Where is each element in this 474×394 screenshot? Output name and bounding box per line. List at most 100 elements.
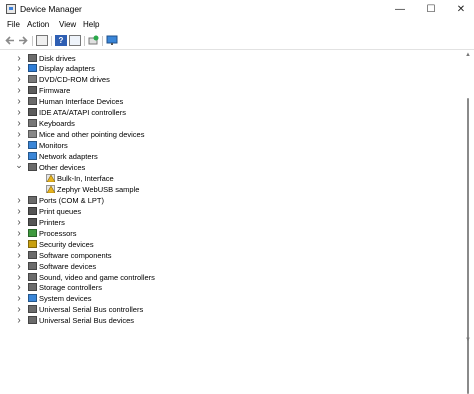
close-button[interactable]: ✕ [446, 0, 474, 19]
chevron-right-icon[interactable]: › [15, 119, 23, 129]
chevron-right-icon[interactable]: › [15, 228, 23, 238]
title-bar: Device Manager — ☐ ✕ [0, 0, 474, 19]
back-arrow-icon[interactable] [4, 35, 16, 46]
chevron-right-icon[interactable]: › [15, 53, 23, 63]
chevron-right-icon[interactable]: › [15, 272, 23, 282]
display-adapter-icon [28, 64, 37, 73]
properties-icon[interactable] [36, 35, 48, 46]
chevron-right-icon[interactable]: › [15, 75, 23, 85]
tree-node-software-components[interactable]: › Software components [0, 250, 200, 261]
warning-device-icon [46, 184, 55, 193]
tree-node-system-devices[interactable]: › System devices [0, 293, 200, 304]
tree-node-storage-controllers[interactable]: › Storage controllers [0, 282, 200, 293]
tree-node-display-adapters[interactable]: › Display adapters [0, 63, 200, 74]
tree-node-network-adapters[interactable]: › Network adapters [0, 151, 200, 162]
unknown-device-icon [28, 163, 37, 171]
chevron-right-icon[interactable]: › [15, 250, 23, 260]
tree-node-print-queues[interactable]: › Print queues [0, 206, 200, 217]
firmware-icon [28, 86, 37, 95]
chevron-down-icon[interactable]: ⌄ [15, 161, 23, 172]
chevron-right-icon[interactable]: › [15, 316, 23, 326]
chevron-right-icon[interactable]: › [15, 239, 23, 249]
tree-node-universal-serial-bus-devices[interactable]: › Universal Serial Bus devices [0, 315, 200, 326]
tree-node-keyboards[interactable]: › Keyboards [0, 118, 200, 129]
tree-node-label: Network adapters [39, 152, 98, 162]
tree-node-label: Software components [39, 250, 112, 260]
usb-icon [28, 316, 37, 325]
scroll-thumb[interactable] [467, 98, 469, 394]
window-title: Device Manager [20, 4, 82, 14]
printer-icon [28, 217, 37, 226]
tree-node-label: Print queues [39, 206, 82, 216]
chevron-right-icon[interactable]: › [15, 86, 23, 96]
tree-node-human-interface-devices[interactable]: › Human Interface Devices [0, 96, 200, 107]
tree-node-ports-com-lpt[interactable]: › Ports (COM & LPT) [0, 195, 200, 206]
chevron-right-icon[interactable]: › [15, 108, 23, 118]
chevron-right-icon[interactable]: › [15, 206, 23, 216]
tree-node-software-devices[interactable]: › Software devices [0, 261, 200, 272]
tree-node-label: Software devices [39, 261, 97, 271]
menu-file[interactable]: File [7, 20, 20, 29]
sound-icon [28, 272, 37, 281]
show-hidden-icon[interactable] [69, 35, 81, 46]
chevron-right-icon[interactable]: › [15, 283, 23, 293]
chevron-right-icon[interactable]: › [15, 130, 23, 140]
tree-node-label: Zephyr WebUSB sample [57, 184, 140, 194]
ide-controller-icon [28, 108, 37, 117]
menu-view[interactable]: View [59, 20, 76, 29]
tree-node-label: Processors [39, 228, 77, 238]
port-icon [28, 195, 37, 204]
vertical-scrollbar[interactable]: ▲ ▼ [462, 50, 474, 394]
tree-node-label: Universal Serial Bus devices [39, 316, 135, 326]
software-device-icon [28, 261, 37, 270]
tree-node-security-devices[interactable]: › Security devices [0, 239, 200, 250]
tree-node-firmware[interactable]: › Firmware [0, 85, 200, 96]
tree-node-disk-drives[interactable]: › Disk drives [0, 53, 200, 64]
tree-node-zephyr-webusb-sample[interactable]: Zephyr WebUSB sample [0, 184, 200, 195]
chevron-right-icon[interactable]: › [15, 141, 23, 151]
tree-node-label: Bulk-In, Interface [57, 173, 114, 183]
forward-arrow-icon[interactable] [17, 35, 29, 46]
menu-action[interactable]: Action [27, 20, 49, 29]
tree-node-ide-ata-atapi-controllers[interactable]: › IDE ATA/ATAPI controllers [0, 107, 200, 118]
chevron-right-icon[interactable]: › [15, 261, 23, 271]
keyboard-icon [28, 119, 37, 128]
software-component-icon [28, 250, 37, 259]
chevron-right-icon[interactable]: › [15, 97, 23, 107]
tree-node-label: Sound, video and game controllers [39, 272, 155, 282]
tree-node-processors[interactable]: › Processors [0, 228, 200, 239]
tree-node-sound-video-and-game-controllers[interactable]: › Sound, video and game controllers [0, 272, 200, 283]
menu-bar: File Action View Help [0, 19, 474, 32]
dvd-icon [28, 75, 37, 84]
network-icon [28, 152, 37, 161]
tree-node-other-devices[interactable]: ⌄ Other devices [0, 161, 200, 173]
help-icon[interactable]: ? [55, 35, 67, 46]
tree-node-bulk-in-interface[interactable]: Bulk-In, Interface [0, 173, 200, 184]
menu-help[interactable]: Help [83, 20, 99, 29]
chevron-right-icon[interactable]: › [15, 305, 23, 315]
tree-node-dvd-cd-rom-drives[interactable]: › DVD/CD-ROM drives [0, 74, 200, 85]
chevron-right-icon[interactable]: › [15, 64, 23, 74]
tree-node-mice-and-other-pointing-devices[interactable]: › Mice and other pointing devices [0, 129, 200, 140]
device-tree: › Disk drives › Display adapters › DVD/CD-ROM… [0, 50, 462, 347]
scroll-down-icon[interactable]: ▼ [465, 337, 471, 343]
tree-node-monitors[interactable]: › Monitors [0, 140, 200, 151]
scroll-up-icon[interactable]: ▲ [465, 52, 471, 58]
scan-hardware-icon[interactable] [88, 35, 100, 46]
monitor-icon[interactable] [106, 35, 118, 46]
tree-node-printers[interactable]: › Printers [0, 217, 200, 228]
disk-icon [28, 53, 37, 62]
chevron-right-icon[interactable]: › [15, 217, 23, 227]
tree-node-universal-serial-bus-controllers[interactable]: › Universal Serial Bus controllers [0, 304, 200, 315]
maximize-button[interactable]: ☐ [416, 0, 446, 19]
usb-icon [28, 305, 37, 314]
tree-node-label: Security devices [39, 239, 94, 249]
hid-icon [28, 97, 37, 106]
storage-icon [28, 283, 37, 292]
warning-device-icon [46, 173, 55, 182]
chevron-right-icon[interactable]: › [15, 294, 23, 304]
tree-node-label: System devices [39, 294, 92, 304]
minimize-button[interactable]: — [385, 0, 415, 19]
chevron-right-icon[interactable]: › [15, 195, 23, 205]
tree-node-label: DVD/CD-ROM drives [39, 75, 110, 85]
